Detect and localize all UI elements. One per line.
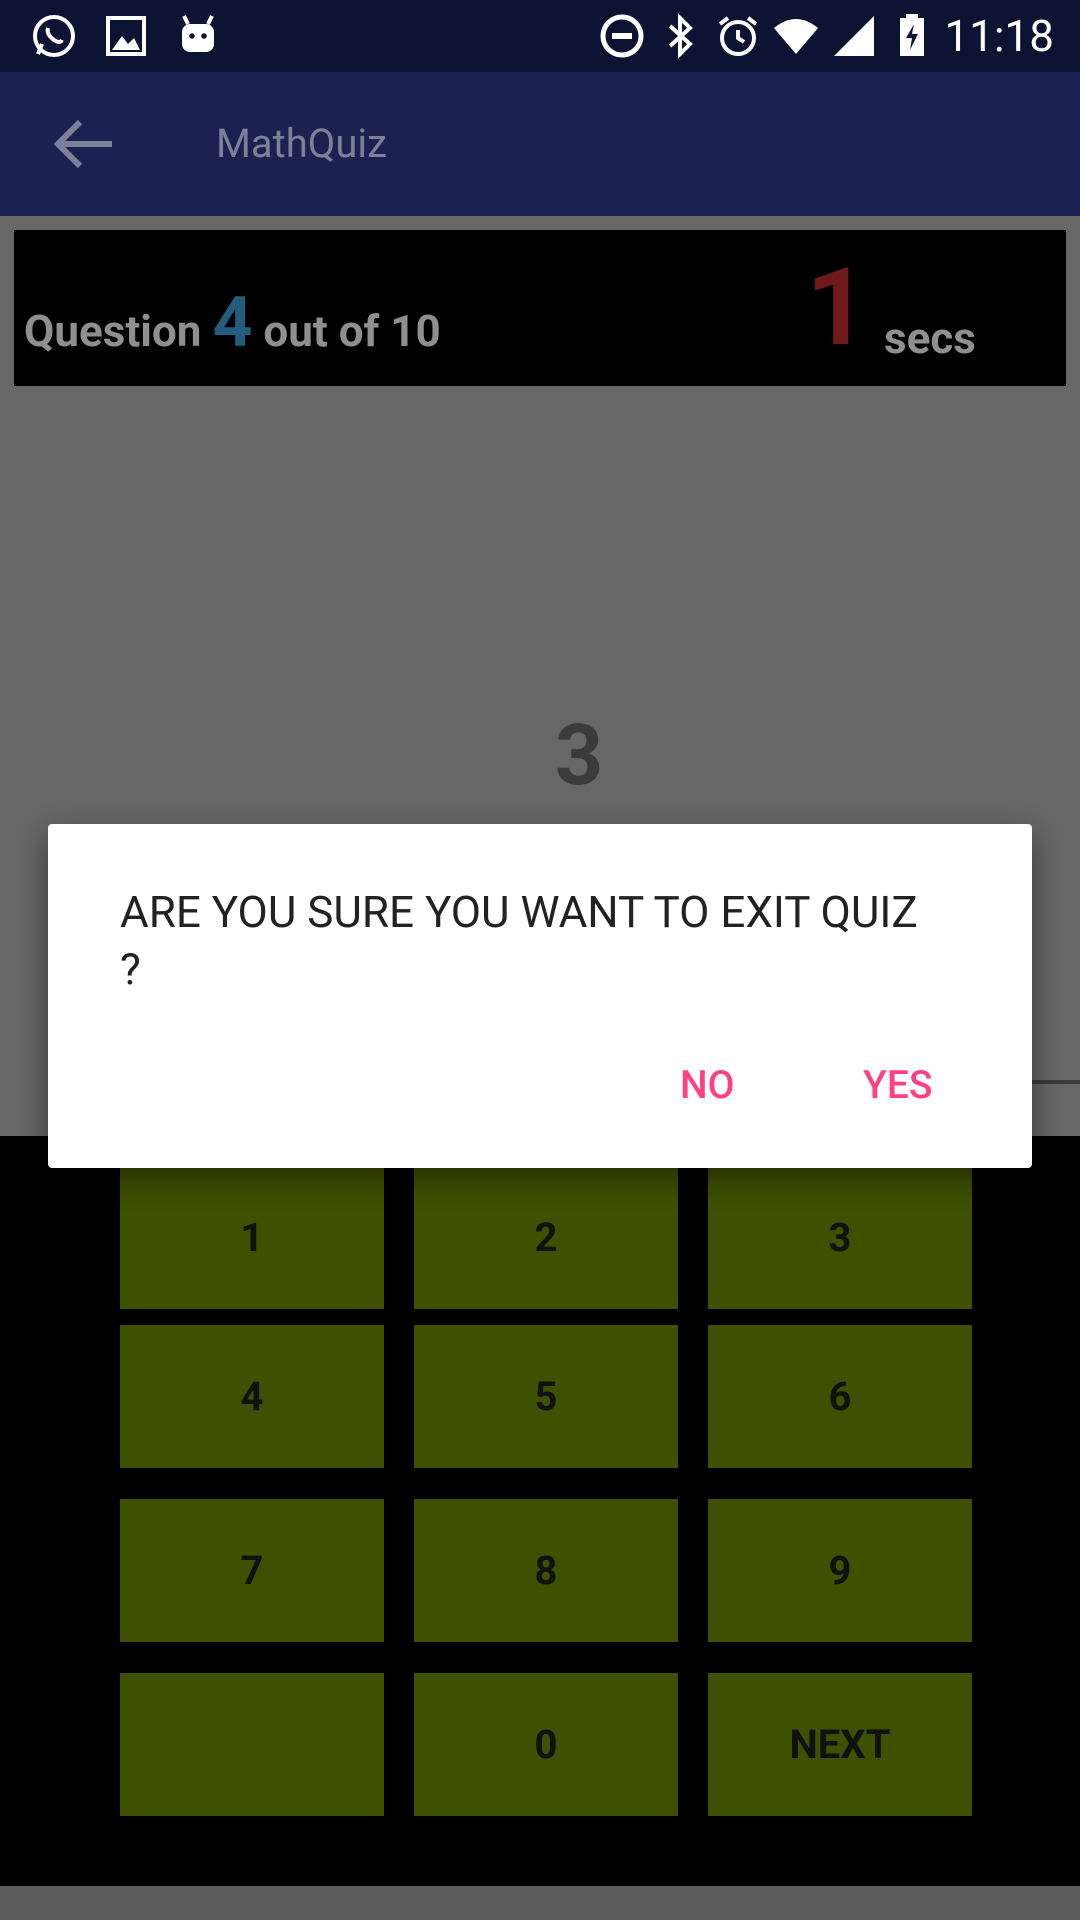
exit-dialog: ARE YOU SURE YOU WANT TO EXIT QUIZ ? NO … — [48, 824, 1032, 1168]
status-bar: 11:18 — [0, 0, 1080, 72]
dialog-message: ARE YOU SURE YOU WANT TO EXIT QUIZ ? — [120, 886, 918, 995]
bluetooth-icon — [668, 13, 693, 59]
gallery-icon — [106, 16, 146, 56]
signal-icon — [834, 16, 874, 56]
key-9[interactable]: 9 — [708, 1499, 972, 1642]
key-blank[interactable] — [120, 1673, 384, 1816]
key-7[interactable]: 7 — [120, 1499, 384, 1642]
question-progress: Question 4 out of 10 — [24, 282, 441, 364]
key-1[interactable]: 1 — [120, 1166, 384, 1309]
android-icon — [182, 15, 214, 52]
out-of-label: out of 10 — [263, 305, 441, 357]
key-5[interactable]: 5 — [414, 1325, 678, 1468]
keypad: 1 2 3 4 5 6 7 8 9 0 NEXT — [0, 1136, 1080, 1886]
timer-value: 1 — [806, 245, 868, 371]
key-6[interactable]: 6 — [708, 1325, 972, 1468]
whatsapp-icon — [33, 15, 75, 57]
app-bar: MathQuiz — [0, 72, 1080, 216]
key-8[interactable]: 8 — [414, 1499, 678, 1642]
question-number: 4 — [212, 282, 253, 364]
key-0[interactable]: 0 — [414, 1673, 678, 1816]
alarm-icon — [718, 16, 758, 56]
timer-unit: secs — [884, 312, 976, 364]
yes-button[interactable]: YES — [863, 1060, 932, 1110]
do-not-disturb-icon — [600, 14, 644, 58]
status-time: 11:18 — [944, 10, 1054, 62]
key-3[interactable]: 3 — [708, 1166, 972, 1309]
arrow-back-icon[interactable] — [52, 118, 116, 170]
app-title: MathQuiz — [216, 120, 387, 167]
battery-charging-icon — [900, 14, 924, 56]
operand-first: 3 — [555, 706, 604, 805]
wifi-icon — [774, 19, 818, 54]
next-button[interactable]: NEXT — [708, 1673, 972, 1816]
question-header: Question 4 out of 10 1 secs — [14, 230, 1066, 386]
answer-underline — [1030, 1080, 1080, 1084]
bottom-strip — [0, 1886, 1080, 1920]
no-button[interactable]: NO — [680, 1060, 735, 1110]
key-4[interactable]: 4 — [120, 1325, 384, 1468]
key-2[interactable]: 2 — [414, 1166, 678, 1309]
question-label: Question — [24, 305, 202, 357]
